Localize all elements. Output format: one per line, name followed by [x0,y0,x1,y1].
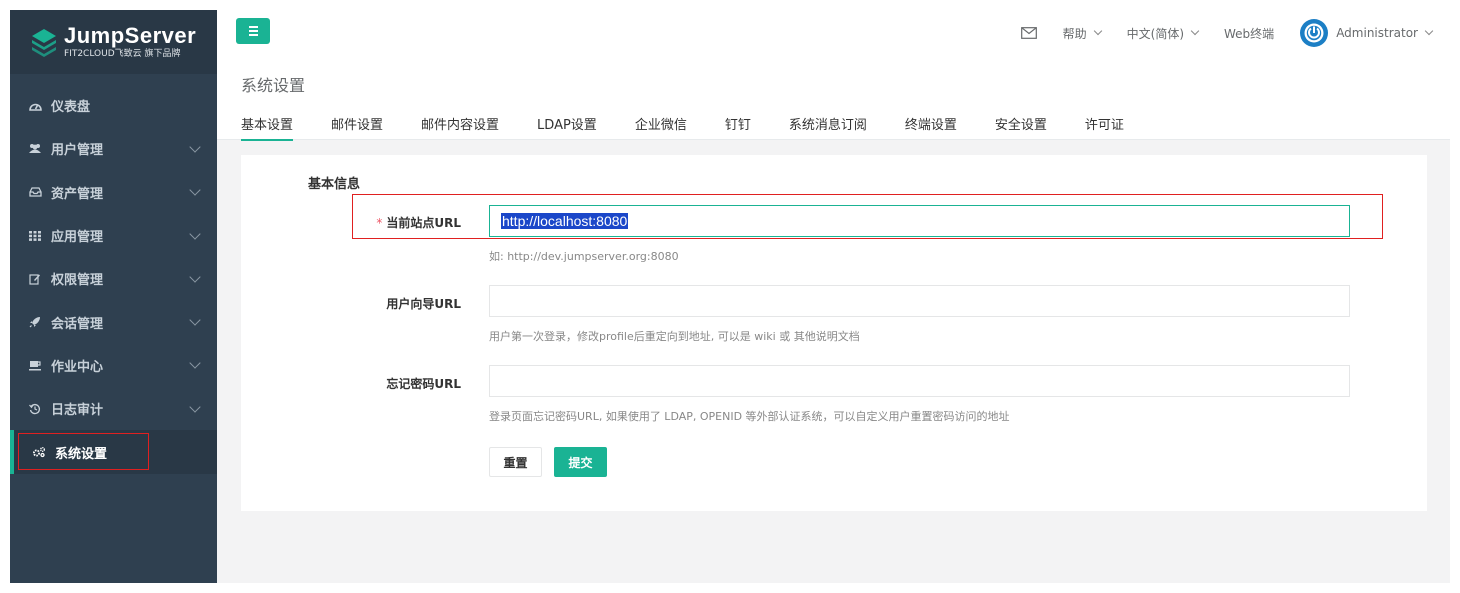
brand-subtitle: FIT2CLOUD飞致云 旗下品牌 [64,48,181,59]
reset-button[interactable]: 重置 [489,447,542,477]
user-guide-url-help: 用户第一次登录，修改profile后重定向到地址, 可以是 wiki 或 其他说… [489,330,860,343]
sidebar-item-label: 日志审计 [51,403,104,419]
forgot-password-url-help: 登录页面忘记密码URL, 如果使用了 LDAP, OPENID 等外部认证系统，… [489,410,1010,423]
chevron-down-icon [1190,26,1200,36]
settings-form-card: 基本信息 * 当前站点URL http://localhost:8080 如: h… [241,155,1427,511]
avatar [1300,19,1329,47]
jumpserver-logo-icon [32,29,56,57]
forgot-password-url-input[interactable] [489,365,1350,397]
site-url-help: 如: http://dev.jumpserver.org:8080 [489,250,679,263]
sidebar-item-audit-logs[interactable]: 日志审计 [10,387,217,430]
tab-ldap[interactable]: LDAP设置 [537,114,597,141]
messages-button[interactable] [1020,27,1037,39]
sidebar-item-applications[interactable]: 应用管理 [10,214,217,257]
sidebar-item-label: 应用管理 [51,230,104,246]
page-header: 系统设置 基本设置 邮件设置 邮件内容设置 LDAP设置 企业微信 钉钉 系统消… [217,56,1450,141]
dashboard-icon [28,99,42,113]
grid-icon [28,229,42,243]
tab-email-content[interactable]: 邮件内容设置 [421,114,499,141]
top-navbar: 帮助 中文(简体) Web终端 Administrator [217,10,1450,56]
language-menu[interactable]: 中文(简体) [1126,25,1200,42]
chevron-down-icon [1424,26,1434,36]
selected-text: http://localhost:8080 [501,213,629,229]
tab-email[interactable]: 邮件设置 [331,114,383,141]
tab-dingtalk[interactable]: 钉钉 [725,114,751,141]
users-icon [28,142,42,156]
chevron-down-icon [189,401,201,413]
sidebar: JumpServer FIT2CLOUD飞致云 旗下品牌 仪表盘 用户管理 资产… [10,10,217,583]
settings-tabs: 基本设置 邮件设置 邮件内容设置 LDAP设置 企业微信 钉钉 系统消息订阅 终… [241,114,1162,141]
sidebar-item-system-settings[interactable]: 系统设置 [10,430,217,474]
sidebar-item-label: 用户管理 [51,143,104,159]
chevron-down-icon [189,184,201,196]
sidebar-item-sessions[interactable]: 会话管理 [10,300,217,343]
required-mark: * [376,216,383,230]
sidebar-nav: 仪表盘 用户管理 资产管理 应用管理 权限管理 会话管理 作业中心 日志审计 系… [10,84,217,474]
forgot-password-url-label: 忘记密码URL [386,377,461,391]
history-icon [28,402,42,416]
sidebar-item-label: 作业中心 [51,359,104,375]
hamburger-icon [248,26,258,28]
sidebar-item-jobs[interactable]: 作业中心 [10,344,217,387]
sidebar-item-label: 仪表盘 [51,100,91,116]
sidebar-item-label: 权限管理 [51,273,104,289]
web-terminal-link[interactable]: Web终端 [1224,25,1274,42]
sidebar-item-label: 资产管理 [51,186,104,202]
chevron-down-icon [189,227,201,240]
submit-button[interactable]: 提交 [554,447,607,477]
user-guide-url-input[interactable] [489,285,1350,317]
chevron-down-icon [1093,26,1102,36]
help-menu[interactable]: 帮助 [1062,25,1102,42]
language-label: 中文(简体) [1126,26,1185,41]
tab-wecom[interactable]: 企业微信 [635,114,687,141]
site-url-label: * 当前站点URL [376,216,461,230]
tab-license[interactable]: 许可证 [1085,114,1124,141]
site-url-input[interactable]: http://localhost:8080 [489,205,1350,237]
user-menu[interactable]: Administrator [1300,19,1434,47]
chevron-down-icon [189,141,201,153]
username: Administrator [1336,26,1418,40]
chevron-down-icon [189,357,201,370]
rocket-icon [28,315,42,329]
user-guide-url-label: 用户向导URL [386,297,461,311]
sidebar-item-permissions[interactable]: 权限管理 [10,257,217,300]
coffee-icon [28,358,42,372]
help-label: 帮助 [1062,26,1087,41]
sidebar-item-label: 系统设置 [55,446,108,462]
power-icon [1304,23,1324,43]
edit-icon [28,272,42,286]
cogs-icon [32,445,46,459]
brand-title: JumpServer [64,22,197,48]
app-window: JumpServer FIT2CLOUD飞致云 旗下品牌 仪表盘 用户管理 资产… [10,10,1450,583]
menu-toggle-button[interactable] [236,18,270,44]
sidebar-item-users[interactable]: 用户管理 [10,127,217,170]
tab-terminal[interactable]: 终端设置 [905,114,957,141]
inbox-icon [28,185,42,199]
tab-basic[interactable]: 基本设置 [241,114,294,141]
logo[interactable]: JumpServer FIT2CLOUD飞致云 旗下品牌 [10,10,217,74]
chevron-down-icon [189,271,201,283]
sidebar-item-dashboard[interactable]: 仪表盘 [10,84,217,127]
sidebar-item-assets[interactable]: 资产管理 [10,171,217,214]
envelope-icon [1020,27,1037,39]
tab-message-subscription[interactable]: 系统消息订阅 [789,114,867,141]
section-title: 基本信息 [308,177,361,192]
chevron-down-icon [189,314,201,326]
tab-security[interactable]: 安全设置 [995,114,1047,141]
page-title: 系统设置 [241,76,306,95]
sidebar-item-label: 会话管理 [51,316,104,332]
